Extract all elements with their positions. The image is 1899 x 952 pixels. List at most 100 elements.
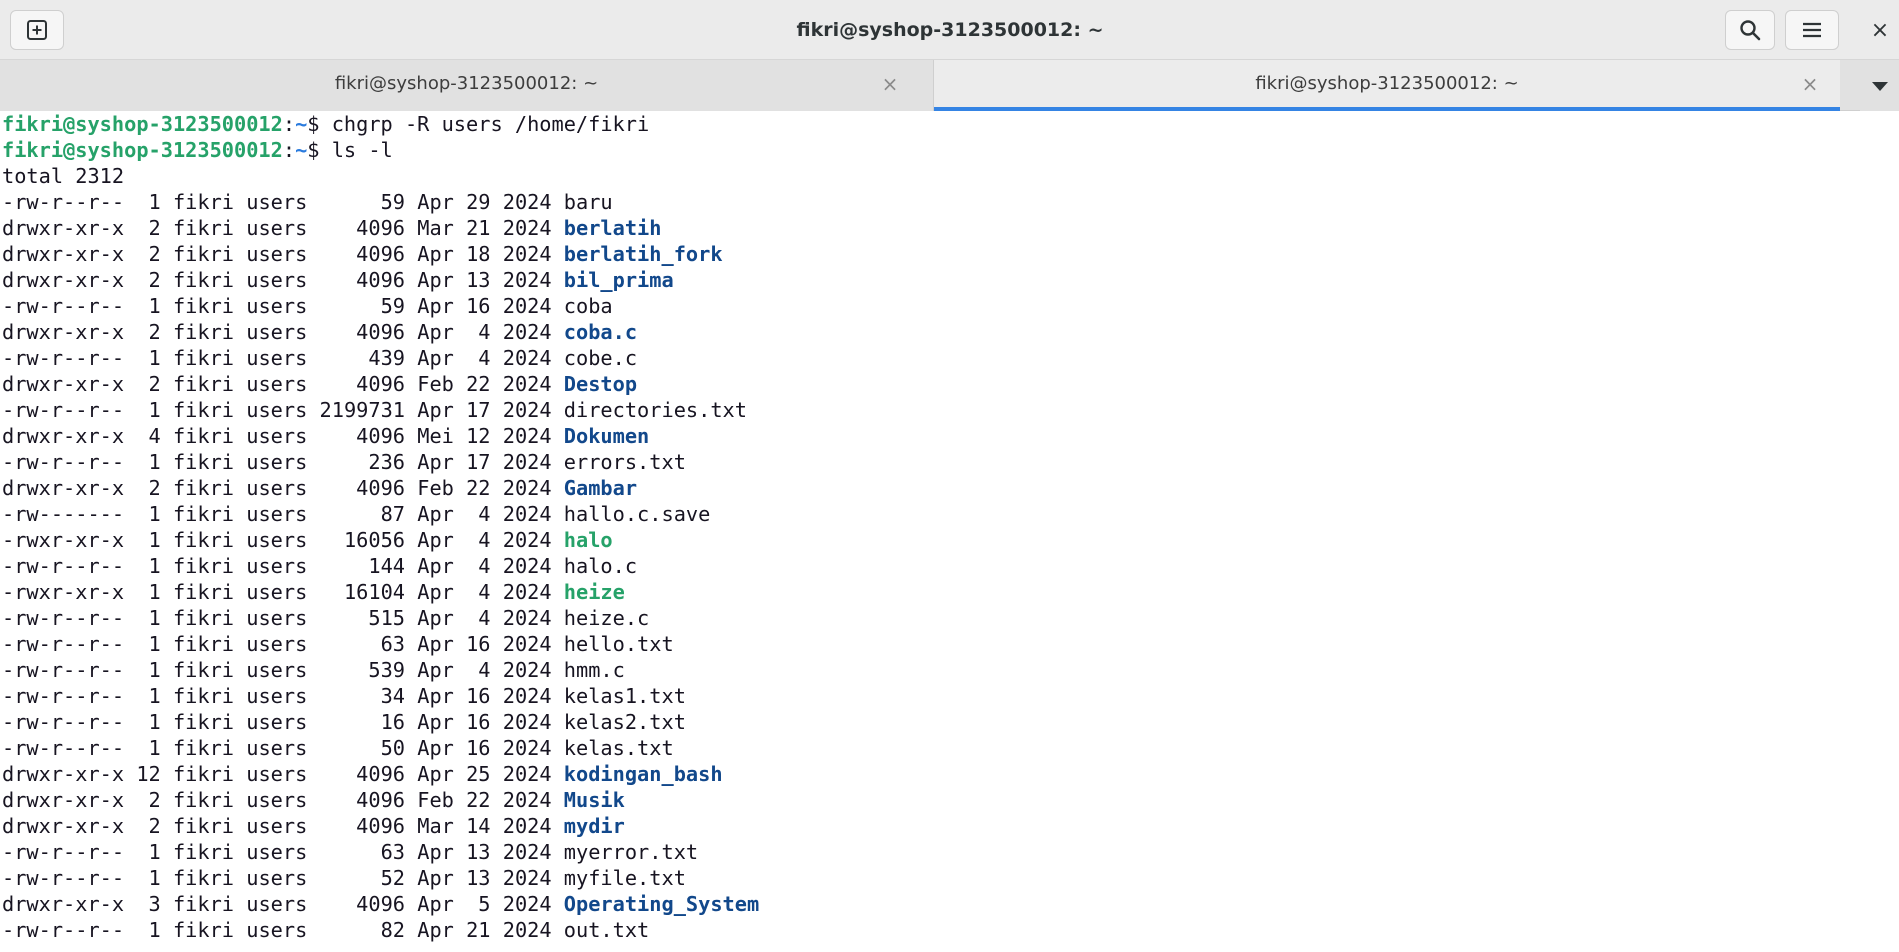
ls-entry-row: -rw-r--r-- 1 fikri users 515 Apr 4 2024 … xyxy=(2,605,649,631)
entry-links: 1 xyxy=(136,606,161,630)
tabs-dropdown-button[interactable] xyxy=(1860,60,1899,111)
entry-name: kodingan_bash xyxy=(563,762,723,786)
hamburger-menu-icon xyxy=(1803,22,1821,38)
entry-links: 4 xyxy=(136,424,161,448)
entry-owner: fikri xyxy=(172,320,235,344)
entry-links: 1 xyxy=(136,294,161,318)
entry-year: 2024 xyxy=(502,190,552,214)
entry-month: Feb xyxy=(417,476,454,500)
entry-group: users xyxy=(246,476,308,500)
entry-size: 236 xyxy=(319,450,406,474)
entry-year: 2024 xyxy=(502,424,552,448)
entry-group: users xyxy=(246,320,308,344)
entry-owner: fikri xyxy=(172,294,235,318)
entry-name: mydir xyxy=(563,814,625,838)
entry-month: Apr xyxy=(417,736,454,760)
prompt-symbol: $ xyxy=(307,138,332,162)
entry-size: 16 xyxy=(319,710,406,734)
entry-permissions: -rw-r--r-- xyxy=(2,684,125,708)
entry-month: Apr xyxy=(417,580,454,604)
entry-links: 1 xyxy=(136,736,161,760)
entry-owner: fikri xyxy=(172,424,235,448)
entry-month: Apr xyxy=(417,840,454,864)
entry-owner: fikri xyxy=(172,528,235,552)
prompt-user: fikri@syshop-3123500012 xyxy=(2,138,283,162)
entry-name: Dokumen xyxy=(563,424,650,448)
entry-group: users xyxy=(246,736,308,760)
entry-owner: fikri xyxy=(172,840,235,864)
entry-group: users xyxy=(246,372,308,396)
entry-year: 2024 xyxy=(502,372,552,396)
ls-entry-row: -rw-r--r-- 1 fikri users 82 Apr 21 2024 … xyxy=(2,917,649,943)
entry-day: 4 xyxy=(466,320,491,344)
entry-year: 2024 xyxy=(502,658,552,682)
entry-day: 5 xyxy=(466,892,491,916)
ls-entry-row: -rw-r--r-- 1 fikri users 439 Apr 4 2024 … xyxy=(2,345,637,371)
entry-month: Apr xyxy=(417,320,454,344)
entry-name: out.txt xyxy=(563,918,650,942)
entry-month: Apr xyxy=(417,658,454,682)
entry-name: directories.txt xyxy=(563,398,747,422)
entry-permissions: drwxr-xr-x xyxy=(2,320,125,344)
entry-owner: fikri xyxy=(172,190,235,214)
prompt-path: ~ xyxy=(295,138,308,162)
entry-size: 16104 xyxy=(319,580,406,604)
entry-month: Apr xyxy=(417,918,454,942)
ls-entry-row: -rwxr-xr-x 1 fikri users 16056 Apr 4 202… xyxy=(2,527,613,553)
entry-year: 2024 xyxy=(502,866,552,890)
entry-month: Apr xyxy=(417,606,454,630)
terminal-tab-active[interactable]: fikri@syshop-3123500012: ~ × xyxy=(934,60,1840,111)
entry-size: 34 xyxy=(319,684,406,708)
command-text: chgrp -R users /home/fikri xyxy=(331,112,650,136)
entry-day: 25 xyxy=(466,762,491,786)
entry-name: Operating_System xyxy=(563,892,760,916)
entry-month: Apr xyxy=(417,684,454,708)
tab-close-button[interactable]: × xyxy=(876,70,904,98)
entry-group: users xyxy=(246,606,308,630)
entry-year: 2024 xyxy=(502,580,552,604)
ls-entry-row: drwxr-xr-x 2 fikri users 4096 Apr 4 2024… xyxy=(2,319,637,345)
entry-month: Apr xyxy=(417,190,454,214)
entry-owner: fikri xyxy=(172,580,235,604)
entry-month: Apr xyxy=(417,892,454,916)
ls-entry-row: -rw-r--r-- 1 fikri users 236 Apr 17 2024… xyxy=(2,449,686,475)
terminal-view[interactable]: fikri@syshop-3123500012:~$ chgrp -R user… xyxy=(0,111,1899,952)
entry-year: 2024 xyxy=(502,294,552,318)
entry-size: 59 xyxy=(319,190,406,214)
entry-permissions: drwxr-xr-x xyxy=(2,268,125,292)
entry-year: 2024 xyxy=(502,554,552,578)
entry-name: kelas.txt xyxy=(563,736,674,760)
ls-entry-row: -rw-r--r-- 1 fikri users 52 Apr 13 2024 … xyxy=(2,865,686,891)
entry-owner: fikri xyxy=(172,658,235,682)
entry-owner: fikri xyxy=(172,346,235,370)
entry-owner: fikri xyxy=(172,606,235,630)
entry-size: 515 xyxy=(319,606,406,630)
ls-entry-row: drwxr-xr-x 2 fikri users 4096 Feb 22 202… xyxy=(2,475,637,501)
entry-day: 18 xyxy=(466,242,491,266)
entry-links: 12 xyxy=(136,762,161,786)
entry-year: 2024 xyxy=(502,814,552,838)
entry-year: 2024 xyxy=(502,840,552,864)
entry-permissions: drwxr-xr-x xyxy=(2,788,125,812)
window-close-button[interactable]: × xyxy=(1865,13,1895,47)
new-tab-button[interactable] xyxy=(10,10,64,50)
search-button[interactable] xyxy=(1725,10,1775,50)
entry-day: 17 xyxy=(466,450,491,474)
entry-group: users xyxy=(246,866,308,890)
terminal-tab[interactable]: fikri@syshop-3123500012: ~ × xyxy=(0,60,934,111)
main-menu-button[interactable] xyxy=(1785,10,1839,50)
prompt-path: ~ xyxy=(295,112,308,136)
entry-owner: fikri xyxy=(172,216,235,240)
tab-close-button[interactable]: × xyxy=(1796,70,1824,98)
ls-entry-row: -rw-r--r-- 1 fikri users 59 Apr 16 2024 … xyxy=(2,293,613,319)
new-tab-icon xyxy=(27,20,47,40)
entry-permissions: -rw-r--r-- xyxy=(2,294,125,318)
entry-group: users xyxy=(246,814,308,838)
entry-permissions: -rw-r--r-- xyxy=(2,554,125,578)
entry-size: 4096 xyxy=(319,762,406,786)
entry-day: 4 xyxy=(466,528,491,552)
entry-owner: fikri xyxy=(172,372,235,396)
entry-group: users xyxy=(246,580,308,604)
entry-day: 17 xyxy=(466,398,491,422)
entry-name: heize.c xyxy=(563,606,650,630)
